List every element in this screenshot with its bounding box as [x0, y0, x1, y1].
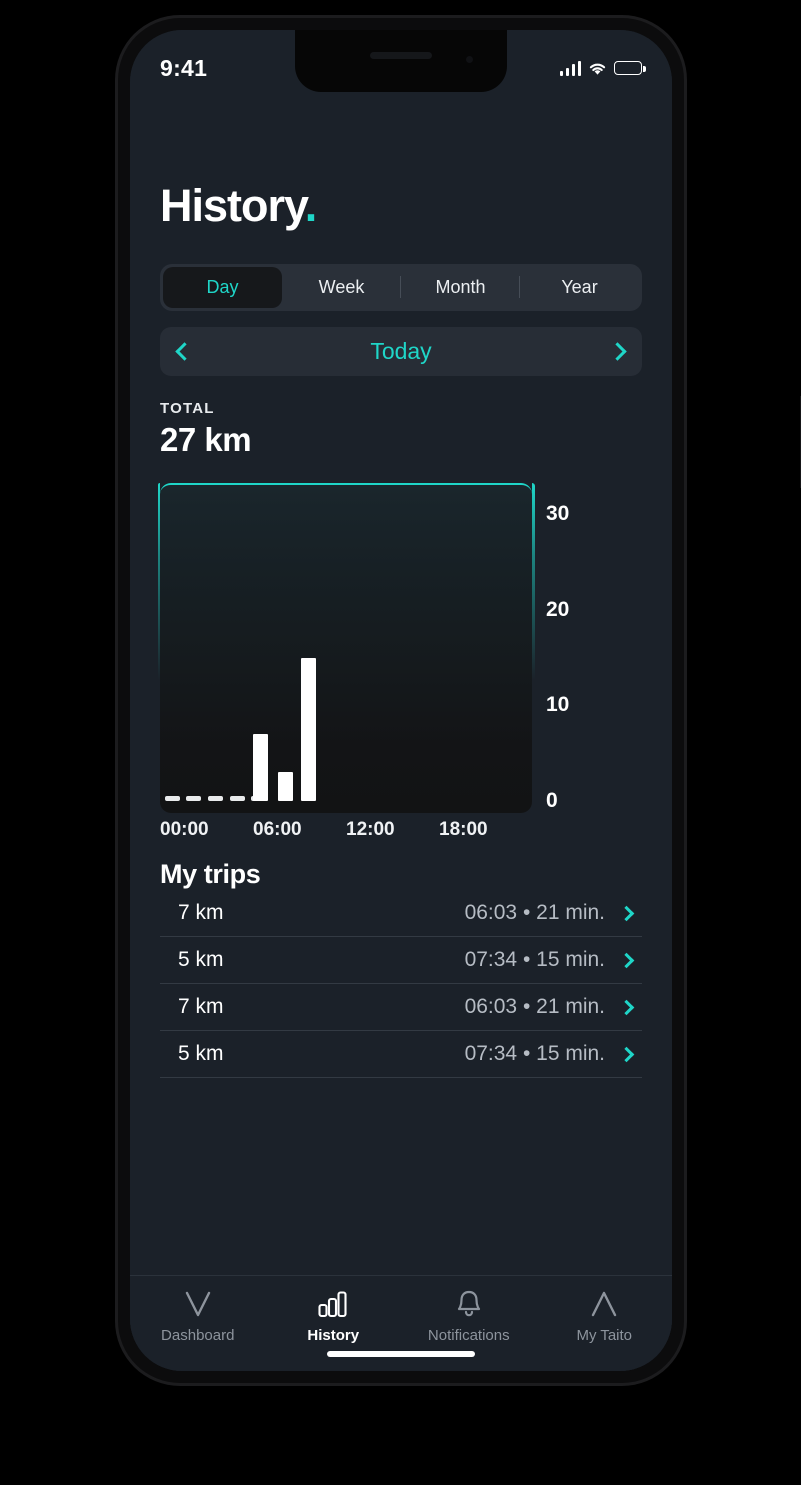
tab-history[interactable]: History — [266, 1288, 402, 1344]
period-segmented-control[interactable]: Day Week Month Year — [160, 264, 642, 311]
total-label: TOTAL — [160, 400, 215, 417]
cellular-bars-icon — [559, 60, 581, 76]
trip-row-right: 06:03 • 21 min. — [465, 995, 638, 1019]
trip-distance: 5 km — [178, 1042, 224, 1065]
bar-chart-icon — [317, 1288, 349, 1320]
trip-distance: 7 km — [178, 995, 224, 1018]
chart-zero-marker — [229, 796, 245, 801]
date-navigator: Today — [160, 327, 642, 376]
chart-bar — [277, 772, 293, 801]
tab-week-label: Week — [318, 277, 365, 297]
chart-y-axis: 0 10 20 30 — [546, 483, 598, 813]
chart-bar — [301, 657, 317, 801]
page-title: History. — [160, 180, 642, 232]
chevron-right-icon[interactable] — [618, 905, 635, 921]
bell-icon — [455, 1288, 483, 1320]
chart-y-tick: 0 — [546, 789, 558, 812]
trip-meta: 06:03 • 21 min. — [464, 995, 605, 1018]
trip-row-right: 06:03 • 21 min. — [465, 901, 638, 925]
tab-my-taito-label: My Taito — [576, 1327, 633, 1344]
chevron-right-icon[interactable] — [618, 1046, 635, 1062]
home-indicator[interactable] — [327, 1351, 475, 1357]
status-icons — [559, 47, 646, 76]
tab-day-label: Day — [206, 277, 239, 297]
tab-year-label: Year — [561, 277, 598, 297]
chart-x-axis: 00:00 06:00 12:00 18:00 — [160, 819, 532, 853]
trips-title: My trips — [160, 859, 261, 889]
chevron-left-icon[interactable] — [175, 342, 194, 361]
trip-distance: 7 km — [178, 901, 224, 924]
chart-bar — [253, 734, 268, 801]
chart-bars-layer — [160, 497, 532, 801]
chart-plot-panel — [157, 482, 535, 813]
screenshot-stage: 9:41 History. Day Week Month Year Today … — [0, 0, 801, 1485]
trip-meta: 07:34 • 15 min. — [464, 948, 605, 971]
tab-dashboard-label: Dashboard — [161, 1327, 235, 1344]
trip-row-right: 07:34 • 15 min. — [465, 948, 638, 972]
tab-day[interactable]: Day — [163, 267, 282, 308]
tab-year[interactable]: Year — [520, 267, 639, 308]
tab-dashboard[interactable]: Dashboard — [130, 1288, 266, 1344]
trip-row[interactable]: 7 km 06:03 • 21 min. — [160, 984, 642, 1031]
tab-month[interactable]: Month — [401, 267, 520, 308]
chart-zero-marker — [186, 796, 202, 801]
chart-y-tick: 20 — [546, 597, 570, 621]
status-time: 9:41 — [160, 54, 208, 81]
chart-x-tick: 12:00 — [346, 819, 395, 840]
chevron-right-icon[interactable] — [618, 999, 635, 1015]
chart-x-tick: 18:00 — [439, 819, 488, 840]
page-title-text: History — [160, 180, 306, 231]
trip-row[interactable]: 5 km 07:34 • 15 min. — [160, 1031, 642, 1078]
v-chart-icon — [183, 1288, 213, 1320]
tab-my-taito[interactable]: My Taito — [537, 1288, 673, 1344]
speaker-slot — [370, 52, 432, 59]
chevron-right-icon[interactable] — [608, 342, 627, 361]
battery-full-icon — [614, 61, 646, 75]
chevron-right-icon[interactable] — [618, 952, 635, 968]
trips-list: 7 km 06:03 • 21 min. 5 km 07:34 • 15 min. 7 … — [160, 890, 642, 1078]
date-nav-label[interactable]: Today — [370, 338, 431, 365]
page-title-dot: . — [304, 180, 317, 231]
tab-week[interactable]: Week — [282, 267, 401, 308]
chart-x-tick: 00:00 — [160, 819, 209, 840]
chart-y-tick: 30 — [546, 502, 570, 526]
tab-history-label: History — [307, 1327, 360, 1344]
chart-zero-marker — [208, 796, 224, 801]
wifi-icon — [588, 61, 607, 76]
content-scroll-area[interactable]: History. Day Week Month Year Today TOTAL… — [130, 30, 672, 1275]
trip-meta: 07:34 • 15 min. — [464, 1042, 605, 1065]
caret-up-icon — [589, 1288, 619, 1320]
chart-y-tick: 10 — [546, 693, 570, 717]
trip-meta: 06:03 • 21 min. — [464, 901, 605, 924]
tab-month-label: Month — [435, 277, 486, 297]
tab-notifications-label: Notifications — [427, 1327, 510, 1344]
phone-screen: 9:41 History. Day Week Month Year Today … — [130, 30, 672, 1371]
history-app: 9:41 History. Day Week Month Year Today … — [130, 30, 672, 1371]
trip-row-right: 07:34 • 15 min. — [465, 1042, 638, 1066]
distance-chart: 0 10 20 30 — [157, 482, 642, 813]
tab-notifications[interactable]: Notifications — [401, 1288, 537, 1344]
front-camera-icon — [466, 56, 473, 63]
chart-zero-marker — [164, 796, 180, 801]
chart-x-tick: 06:00 — [253, 819, 302, 840]
trip-row[interactable]: 7 km 06:03 • 21 min. — [160, 890, 642, 937]
notch — [295, 30, 507, 92]
total-value: 27 km — [160, 421, 252, 458]
trip-distance: 5 km — [178, 948, 224, 971]
trip-row[interactable]: 5 km 07:34 • 15 min. — [160, 937, 642, 984]
